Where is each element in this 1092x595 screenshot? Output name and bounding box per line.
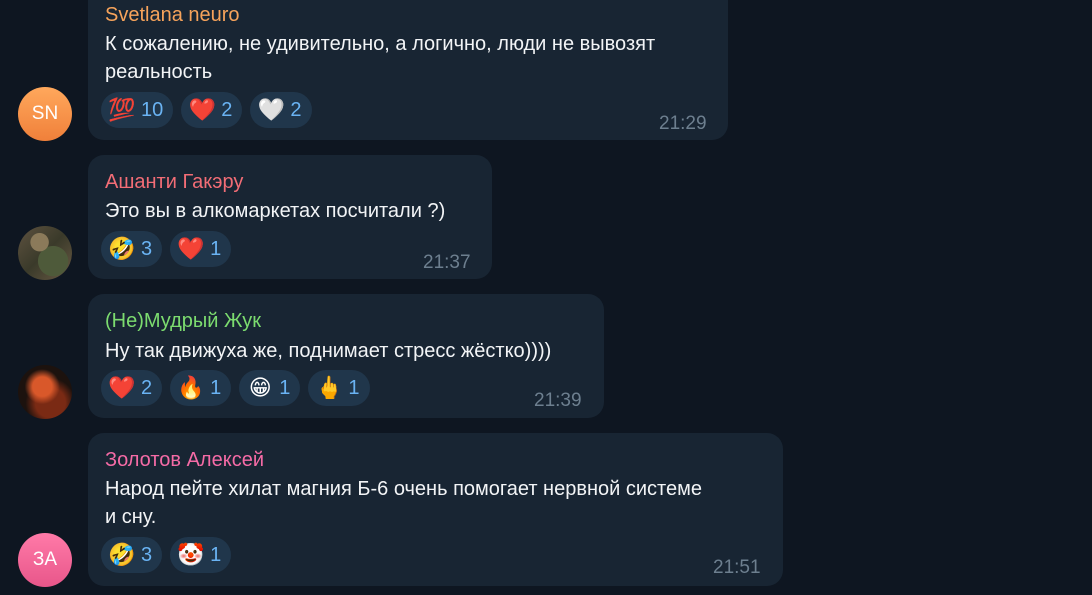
message-time: 21:39 <box>534 390 582 411</box>
reaction-grin[interactable]: 😁 1 <box>239 370 301 406</box>
reaction-count: 3 <box>141 543 153 566</box>
reactions-bar: 🤣 3 🤡 1 <box>101 537 232 573</box>
reaction-count: 1 <box>279 376 291 399</box>
reaction-middle-finger[interactable]: 🖕 1 <box>308 370 370 406</box>
message-author[interactable]: Ашанти Гакэру <box>105 170 243 194</box>
rofl-icon: 🤣 <box>108 542 136 567</box>
message-time: 21:29 <box>659 113 707 134</box>
message-time: 21:37 <box>423 252 471 273</box>
reaction-red-heart[interactable]: ❤️ 2 <box>101 370 163 406</box>
red-heart-icon: ❤️ <box>177 236 205 261</box>
reaction-rofl[interactable]: 🤣 3 <box>101 231 163 267</box>
white-heart-icon: 🤍 <box>257 97 286 122</box>
reactions-bar: 💯 10 ❤️ 2 🤍 2 <box>101 92 312 128</box>
avatar-initials: ЗА <box>32 549 58 570</box>
reaction-count: 1 <box>210 376 222 399</box>
reaction-clown[interactable]: 🤡 1 <box>170 537 232 573</box>
message-time: 21:51 <box>713 557 761 578</box>
message-text-line: реальность <box>105 61 213 83</box>
reaction-count: 10 <box>141 98 164 121</box>
reaction-red-heart[interactable]: ❤️ 1 <box>170 231 232 267</box>
reaction-rofl[interactable]: 🤣 3 <box>101 537 163 573</box>
middle-finger-icon: 🖕 <box>315 375 344 400</box>
avatar[interactable]: SN <box>18 87 72 141</box>
fire-icon: 🔥 <box>177 375 205 400</box>
avatar[interactable]: ЗА <box>18 533 72 587</box>
avatar[interactable] <box>18 365 72 419</box>
reaction-white-heart[interactable]: 🤍 2 <box>250 92 312 128</box>
reaction-red-heart[interactable]: ❤️ 2 <box>181 92 243 128</box>
reaction-count: 2 <box>221 98 233 121</box>
rofl-icon: 🤣 <box>108 236 136 261</box>
message-text-line: Ну так движуха же, поднимает стресс жёст… <box>105 340 552 362</box>
red-heart-icon: ❤️ <box>108 375 136 400</box>
reaction-count: 1 <box>210 543 222 566</box>
reaction-count: 1 <box>348 376 360 399</box>
avatar[interactable] <box>18 226 72 280</box>
reactions-bar: ❤️ 2 🔥 1 😁 1 🖕 1 <box>101 370 370 406</box>
message-text-line: и сну. <box>105 506 157 528</box>
avatar-initials: SN <box>31 103 59 124</box>
grinning-face-icon: 😁 <box>248 375 272 400</box>
reaction-count: 2 <box>141 376 153 399</box>
reaction-count: 2 <box>290 98 302 121</box>
hundred-points-icon: 💯 <box>108 97 136 122</box>
message-text-line: Народ пейте хилат магния Б-6 очень помог… <box>105 478 702 500</box>
reaction-count: 1 <box>210 237 222 260</box>
message-text-line: Это вы в алкомаркетах посчитали ?) <box>105 200 446 222</box>
reactions-bar: 🤣 3 ❤️ 1 <box>101 231 232 267</box>
message-author[interactable]: Золотов Алексей <box>105 448 264 472</box>
reaction-count: 3 <box>141 237 153 260</box>
clown-face-icon: 🤡 <box>177 542 205 567</box>
message-author[interactable]: Svetlana neuro <box>105 3 240 27</box>
reaction-hundred[interactable]: 💯 10 <box>101 92 174 128</box>
message-author[interactable]: (Не)Мудрый Жук <box>105 309 261 333</box>
message-text-line: К сожалению, не удивительно, а логично, … <box>105 33 656 55</box>
reaction-fire[interactable]: 🔥 1 <box>170 370 232 406</box>
red-heart-icon: ❤️ <box>188 97 216 122</box>
